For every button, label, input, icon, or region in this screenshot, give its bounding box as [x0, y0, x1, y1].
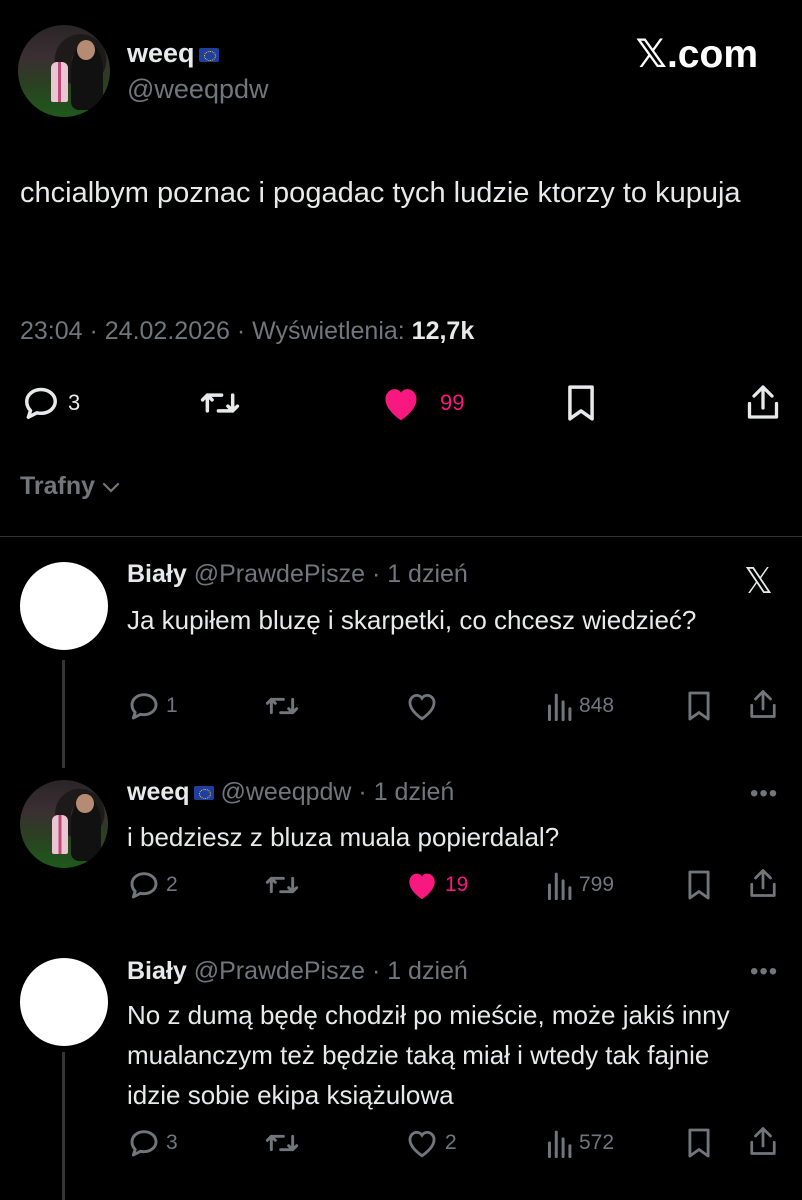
bookmark-icon — [686, 690, 712, 722]
reply-2-avatar[interactable] — [20, 780, 108, 868]
sort-label: Trafny — [20, 472, 96, 500]
reply-2-meta: @weeqpdw · 1 dzień — [220, 778, 455, 806]
reply-1-meta: @PrawdePisze · 1 dzień — [193, 560, 468, 588]
reply-2-share-button[interactable] — [748, 866, 778, 900]
reply-2-header: weeq @weeqpdw · 1 dzień — [127, 778, 454, 807]
chevron-down-icon — [102, 482, 120, 493]
reply-1-author-name[interactable]: Biały — [127, 560, 187, 588]
heart-filled-icon — [385, 389, 417, 421]
reply-3-retweet-button[interactable] — [264, 1126, 300, 1160]
share-icon — [748, 687, 778, 721]
views-chart-icon — [545, 870, 573, 900]
reply-3-meta: @PrawdePisze · 1 dzień — [193, 957, 468, 985]
heart-filled-icon — [405, 869, 439, 901]
bookmark-icon — [686, 869, 712, 901]
main-reply-count: 3 — [68, 390, 81, 415]
timestamp-and-views-label: 23:04 · 24.02.2026 · Wyświetlenia: — [20, 317, 412, 345]
views-chart-icon — [545, 691, 573, 721]
main-reply-button[interactable]: 3 — [22, 384, 80, 422]
eu-flag-icon — [198, 47, 219, 62]
share-icon — [748, 866, 778, 900]
reply-1-retweet-button[interactable] — [264, 689, 300, 723]
reply-1-views-count: 848 — [579, 694, 615, 717]
main-tweet-text: chcialbym poznac i pogadac tych ludzie k… — [20, 177, 741, 209]
reply-icon — [128, 690, 160, 722]
heart-icon — [405, 690, 439, 722]
reply-1-bookmark-button[interactable] — [686, 689, 712, 723]
main-like-count: 99 — [440, 390, 465, 415]
share-icon — [748, 1124, 778, 1158]
retweet-icon — [200, 393, 240, 413]
reply-2-like-button[interactable]: 19 — [405, 868, 468, 902]
reply-3-author-name[interactable]: Biały — [127, 957, 187, 985]
main-tweet-meta: 23:04 · 24.02.2026 · Wyświetlenia: 12,7k — [20, 317, 474, 346]
reply-icon — [128, 1127, 160, 1159]
bookmark-icon — [686, 1127, 712, 1159]
share-icon — [747, 385, 779, 419]
reply-2-text: i bedziesz z bluza muala popierdalal? — [127, 822, 560, 852]
reply-3-header: Biały @PrawdePisze · 1 dzień — [127, 957, 468, 986]
main-like-button[interactable]: 99 — [380, 384, 464, 422]
reply-2-author-name[interactable]: weeq — [127, 778, 190, 806]
eu-flag-icon — [193, 786, 214, 801]
retweet-icon — [264, 869, 300, 901]
main-retweet-button[interactable] — [198, 384, 242, 422]
reply-3-avatar[interactable] — [20, 958, 108, 1046]
retweet-icon — [264, 1127, 300, 1159]
reply-icon — [128, 869, 160, 901]
sort-selector[interactable]: Trafny — [20, 472, 121, 501]
reply-icon — [25, 387, 57, 419]
reply-2-reply-button[interactable]: 2 — [128, 868, 178, 902]
reply-3-bookmark-button[interactable] — [686, 1126, 712, 1160]
reply-2-views-count: 799 — [579, 873, 615, 896]
reply-1-views-button[interactable]: 848 — [545, 689, 614, 723]
reply-1-reply-count: 1 — [166, 694, 178, 717]
reply-1-like-button[interactable] — [405, 689, 439, 723]
views-count: 12,7k — [411, 317, 475, 345]
bookmark-icon — [568, 385, 594, 421]
reply-3-more-icon[interactable]: ••• — [750, 958, 778, 986]
thread-line — [62, 660, 65, 768]
reply-2-views-button[interactable]: 799 — [545, 868, 614, 902]
retweet-icon — [264, 690, 300, 722]
reply-3-share-button[interactable] — [748, 1124, 778, 1158]
reply-3-reply-button[interactable]: 3 — [128, 1126, 178, 1160]
reply-2-more-icon[interactable]: ••• — [750, 780, 778, 808]
reply-1-avatar[interactable] — [20, 562, 108, 650]
reply-3-reply-count: 3 — [166, 1131, 178, 1154]
reply-3-views-button[interactable]: 572 — [545, 1126, 614, 1160]
reply-2-retweet-button[interactable] — [264, 868, 300, 902]
reply-1-text: Ja kupiłem bluzę i skarpetki, co chcesz … — [127, 605, 697, 635]
thread-line — [62, 1052, 65, 1200]
reply-3-like-button[interactable]: 2 — [405, 1126, 457, 1160]
heart-icon — [405, 1127, 439, 1159]
reply-3-views-count: 572 — [579, 1131, 615, 1154]
reply-1-close-x-icon[interactable]: 𝕏 — [744, 560, 773, 602]
xcom-brand: 𝕏.com — [635, 33, 758, 76]
reply-1-header: Biały @PrawdePisze · 1 dzień — [127, 560, 468, 589]
reply-3-like-count: 2 — [445, 1131, 457, 1154]
main-author-avatar[interactable] — [18, 25, 110, 117]
main-author-handle[interactable]: @weeqpdw — [127, 74, 269, 105]
views-chart-icon — [545, 1128, 573, 1158]
reply-3-text: No z dumą będę chodził po mieście, może … — [127, 1000, 730, 1110]
main-author-name[interactable]: weeq — [127, 38, 219, 69]
main-share-button[interactable] — [745, 382, 781, 422]
main-bookmark-button[interactable] — [565, 384, 597, 422]
section-divider — [0, 536, 802, 537]
reply-2-bookmark-button[interactable] — [686, 868, 712, 902]
reply-2-reply-count: 2 — [166, 873, 178, 896]
reply-2-like-count: 19 — [445, 873, 469, 896]
reply-1-share-button[interactable] — [748, 687, 778, 721]
reply-1-reply-button[interactable]: 1 — [128, 689, 178, 723]
